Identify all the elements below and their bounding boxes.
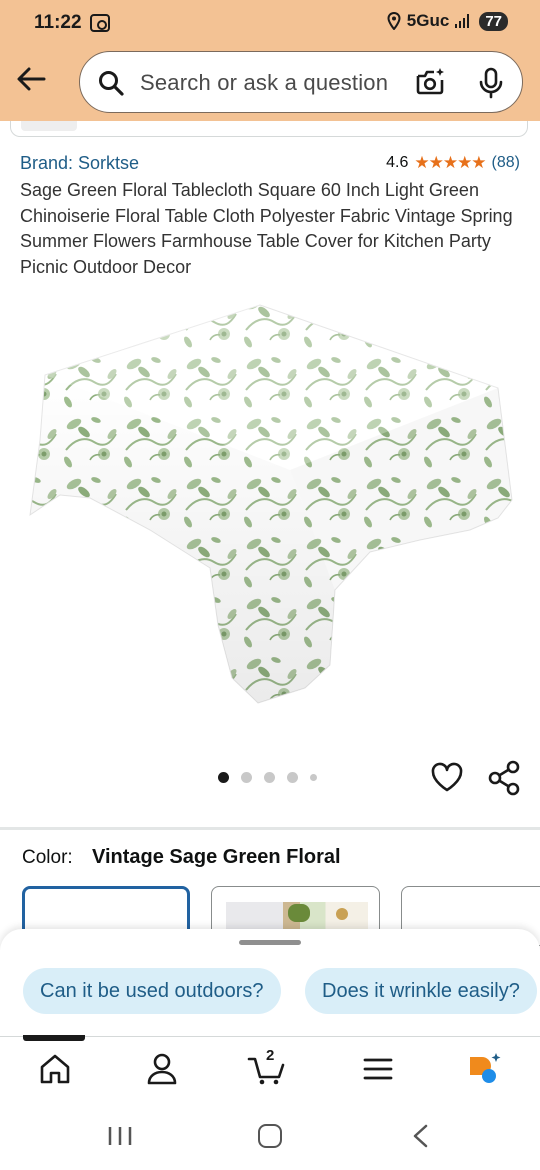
header: 11:22 5Guc 77 Search or ask a question <box>0 0 540 121</box>
cart-count: 2 <box>266 1047 275 1064</box>
microphone-icon[interactable] <box>478 67 504 99</box>
search-input[interactable]: Search or ask a question <box>140 70 388 96</box>
search-bar[interactable]: Search or ask a question <box>79 51 523 113</box>
account-icon[interactable] <box>142 1051 182 1087</box>
status-bar: 11:22 5Guc 77 <box>0 0 540 48</box>
screenshot-icon <box>90 14 110 32</box>
network-label: 5Guc <box>406 11 450 30</box>
carousel-dot[interactable] <box>264 772 275 783</box>
star-rating-icon: ★★★★★ <box>414 153 486 172</box>
carousel-dot[interactable] <box>310 774 317 781</box>
system-navigation-bar <box>0 1102 540 1170</box>
image-carousel-indicator[interactable] <box>218 772 317 783</box>
carousel-dot[interactable] <box>287 772 298 783</box>
menu-icon[interactable] <box>358 1051 398 1087</box>
back-arrow-icon[interactable] <box>14 62 48 96</box>
location-icon <box>387 12 401 30</box>
share-icon[interactable] <box>487 760 521 796</box>
nav-active-indicator <box>23 1035 85 1041</box>
status-time: 11:22 <box>34 12 82 33</box>
product-title: Sage Green Floral Tablecloth Square 60 I… <box>20 180 513 277</box>
heart-icon[interactable] <box>430 761 464 793</box>
question-chip[interactable]: Does it wrinkle easily? <box>305 968 537 1014</box>
signal-icon <box>455 14 470 28</box>
suggested-questions-sheet: Can it be used outdoors? Does it wrinkle… <box>0 929 540 1039</box>
rating-summary[interactable]: 4.6 ★★★★★ (88) <box>386 153 520 173</box>
carousel-dot[interactable] <box>241 772 252 783</box>
review-count-link[interactable]: (88) <box>492 154 520 172</box>
home-icon[interactable] <box>35 1051 75 1087</box>
camera-lens-icon[interactable] <box>414 66 446 98</box>
carousel-dot[interactable] <box>218 772 229 783</box>
battery-indicator: 77 <box>479 11 508 31</box>
brand-link[interactable]: Brand: Sorktse <box>20 153 139 174</box>
bottom-nav: 2 <box>0 1035 540 1102</box>
previous-card-edge <box>10 121 528 137</box>
question-chip[interactable]: Can it be used outdoors? <box>23 968 281 1014</box>
recent-apps-icon[interactable] <box>107 1126 133 1146</box>
product-image[interactable] <box>0 290 540 720</box>
home-button-icon[interactable] <box>258 1124 282 1148</box>
sheet-drag-handle[interactable] <box>239 940 301 945</box>
selected-color-value: Vintage Sage Green Floral <box>92 846 341 868</box>
rating-value: 4.6 <box>386 154 409 171</box>
section-divider <box>0 827 540 830</box>
rufus-assistant-icon[interactable] <box>464 1051 504 1087</box>
back-icon[interactable] <box>410 1124 430 1148</box>
cart-button[interactable]: 2 <box>247 1047 287 1087</box>
status-right: 5Guc 77 <box>387 11 508 31</box>
previous-card-thumbnail <box>21 121 77 131</box>
color-label: Color: <box>22 847 73 868</box>
search-icon <box>99 71 124 96</box>
